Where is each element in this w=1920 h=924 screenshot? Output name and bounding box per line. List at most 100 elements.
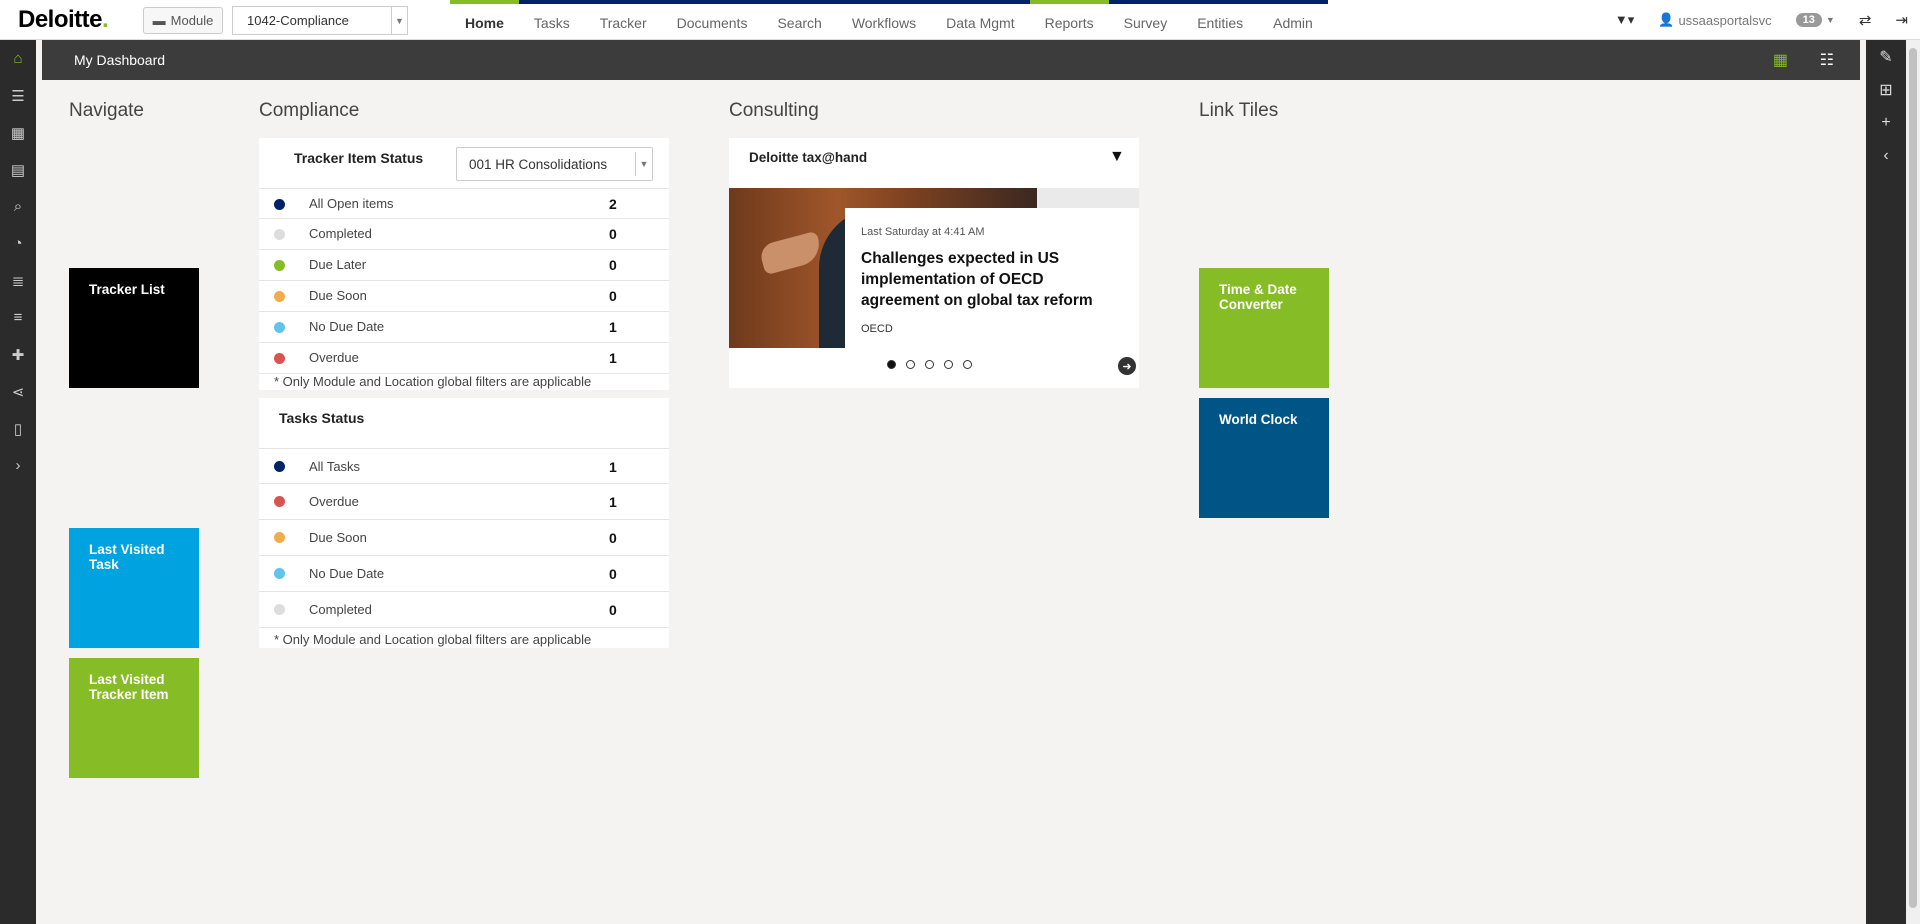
carousel-dots	[887, 360, 972, 369]
notifications-menu[interactable]: 13 ▼	[1784, 13, 1847, 27]
cart-icon[interactable]: ⊞	[1866, 73, 1906, 106]
task-count: 0	[609, 530, 617, 546]
module-select[interactable]: 1042-Compliance ▼	[232, 6, 408, 35]
status-label: No Due Date	[309, 319, 385, 334]
status-dot	[274, 568, 285, 579]
search-icon[interactable]: ⌕	[0, 188, 36, 225]
scrollbar-thumb[interactable]	[1909, 48, 1917, 908]
task-count: 0	[609, 566, 617, 582]
task-row[interactable]: No Due Date 0	[259, 556, 669, 592]
status-dot	[274, 461, 285, 472]
carousel-dot[interactable]	[906, 360, 915, 369]
consulting-title: Consulting	[729, 100, 819, 121]
document-icon[interactable]: ▤	[0, 151, 36, 188]
tracker-select[interactable]: 001 HR Consolidations ▼	[456, 147, 653, 181]
news-time: Last Saturday at 4:41 AM	[861, 226, 985, 238]
status-label: Due Soon	[309, 288, 367, 303]
global-filter-icon[interactable]: ▼▾	[1603, 12, 1646, 28]
user-menu[interactable]: 👤 ussaasportalsvc	[1646, 12, 1783, 28]
file-icon[interactable]: ▯	[0, 410, 36, 447]
task-row[interactable]: All Tasks 1	[259, 448, 669, 484]
nav-home[interactable]: Home	[450, 0, 519, 40]
nav-reports[interactable]: Reports	[1029, 0, 1109, 40]
tasks-status-panel: Tasks Status All Tasks 1 Overdue 1 Due S…	[259, 398, 669, 648]
logout-icon[interactable]: ⇥	[1883, 11, 1920, 29]
edit-icon[interactable]: ✎	[1866, 40, 1906, 73]
task-row[interactable]: Due Soon 0	[259, 520, 669, 556]
nav-tasks[interactable]: Tasks	[518, 0, 585, 40]
chevron-right-icon[interactable]: ›	[0, 447, 36, 484]
task-label: No Due Date	[309, 566, 385, 581]
world-clock-tile[interactable]: World Clock	[1199, 398, 1329, 518]
status-row[interactable]: Completed 0	[259, 219, 669, 250]
carousel-dot[interactable]	[925, 360, 934, 369]
status-count: 0	[609, 257, 617, 273]
notification-badge: 13	[1795, 13, 1822, 27]
filter-icon[interactable]: ▼	[1109, 148, 1125, 166]
carousel-dot[interactable]	[887, 360, 896, 369]
status-row[interactable]: All Open items 2	[259, 188, 669, 219]
task-row[interactable]: Completed 0	[259, 592, 669, 628]
tracker-icon[interactable]: ☰	[0, 77, 36, 114]
status-dot	[274, 496, 285, 507]
nav-survey[interactable]: Survey	[1108, 0, 1183, 40]
news-card[interactable]: Last Saturday at 4:41 AM Challenges expe…	[845, 208, 1139, 368]
tile-label: Tracker List	[89, 282, 165, 297]
list-icon[interactable]: ≣	[0, 262, 36, 299]
nav-tracker[interactable]: Tracker	[584, 0, 662, 40]
status-row[interactable]: Due Soon 0	[259, 281, 669, 312]
carousel-dot[interactable]	[944, 360, 953, 369]
tile-label: Last Visited Tracker Item	[89, 672, 169, 702]
task-label: All Tasks	[309, 459, 361, 474]
home-icon[interactable]: ⌂	[0, 40, 36, 77]
nav-documents[interactable]: Documents	[661, 0, 763, 40]
task-count: 1	[609, 494, 617, 510]
module-button[interactable]: ▬ Module	[143, 7, 223, 34]
last-visited-task-tile[interactable]: Last Visited Task	[69, 528, 199, 648]
status-row[interactable]: No Due Date 1	[259, 312, 669, 343]
list-view-icon[interactable]: ☷	[1820, 50, 1834, 70]
status-label: Overdue	[309, 350, 359, 365]
carousel-dot[interactable]	[963, 360, 972, 369]
nav-search[interactable]: Search	[762, 0, 837, 40]
nav-workflows[interactable]: Workflows	[836, 0, 932, 40]
compliance-title: Compliance	[259, 100, 360, 121]
tracker-select-value: 001 HR Consolidations	[469, 157, 608, 172]
link-tiles-title: Link Tiles	[1199, 100, 1279, 121]
panel-title: Tasks Status	[279, 410, 365, 426]
chevron-left-icon[interactable]: ‹	[1866, 139, 1906, 172]
tile-view-icon[interactable]: ▦	[1773, 50, 1788, 70]
status-dot	[274, 291, 285, 302]
task-label: Due Soon	[309, 530, 367, 545]
scrollbar[interactable]	[1906, 40, 1920, 924]
nav-data-mgmt[interactable]: Data Mgmt	[931, 0, 1030, 40]
right-sidebar: ✎ ⊞ + ‹	[1866, 40, 1906, 924]
chevron-down-icon: ▼	[391, 7, 407, 34]
deloitte-logo[interactable]: Deloitte.	[18, 6, 109, 34]
task-row[interactable]: Overdue 1	[259, 484, 669, 520]
news-headline[interactable]: Challenges expected in US implementation…	[861, 248, 1123, 311]
status-dot	[274, 199, 285, 210]
news-image-bg	[1037, 188, 1139, 208]
plus-icon[interactable]: +	[1866, 106, 1906, 139]
task-count: 0	[609, 602, 617, 618]
share-icon[interactable]: ⋖	[0, 373, 36, 410]
status-count: 0	[609, 288, 617, 304]
dashboard-icon[interactable]: ◔	[0, 225, 36, 262]
align-icon[interactable]: ≡	[0, 299, 36, 336]
task-count: 1	[609, 459, 617, 475]
left-sidebar: ⌂ ☰ ▦ ▤ ⌕ ◔ ≣ ≡ ✚ ⋖ ▯ ›	[0, 40, 36, 924]
nav-entities[interactable]: Entities	[1182, 0, 1259, 40]
last-visited-tracker-item-tile[interactable]: Last Visited Tracker Item	[69, 658, 199, 778]
calendar-icon[interactable]: ▦	[0, 114, 36, 151]
status-row[interactable]: Due Later 0	[259, 250, 669, 281]
switch-icon[interactable]: ⇄	[1847, 11, 1884, 29]
tracker-list-tile[interactable]: Tracker List	[69, 268, 199, 388]
status-row[interactable]: Overdue 1	[259, 343, 669, 374]
nav-admin[interactable]: Admin	[1258, 0, 1328, 40]
puzzle-icon[interactable]: ✚	[0, 336, 36, 373]
time-date-converter-tile[interactable]: Time & Date Converter	[1199, 268, 1329, 388]
tile-label: World Clock	[1219, 412, 1298, 427]
task-label: Completed	[309, 602, 372, 617]
next-arrow-icon[interactable]: ➜	[1118, 357, 1136, 375]
